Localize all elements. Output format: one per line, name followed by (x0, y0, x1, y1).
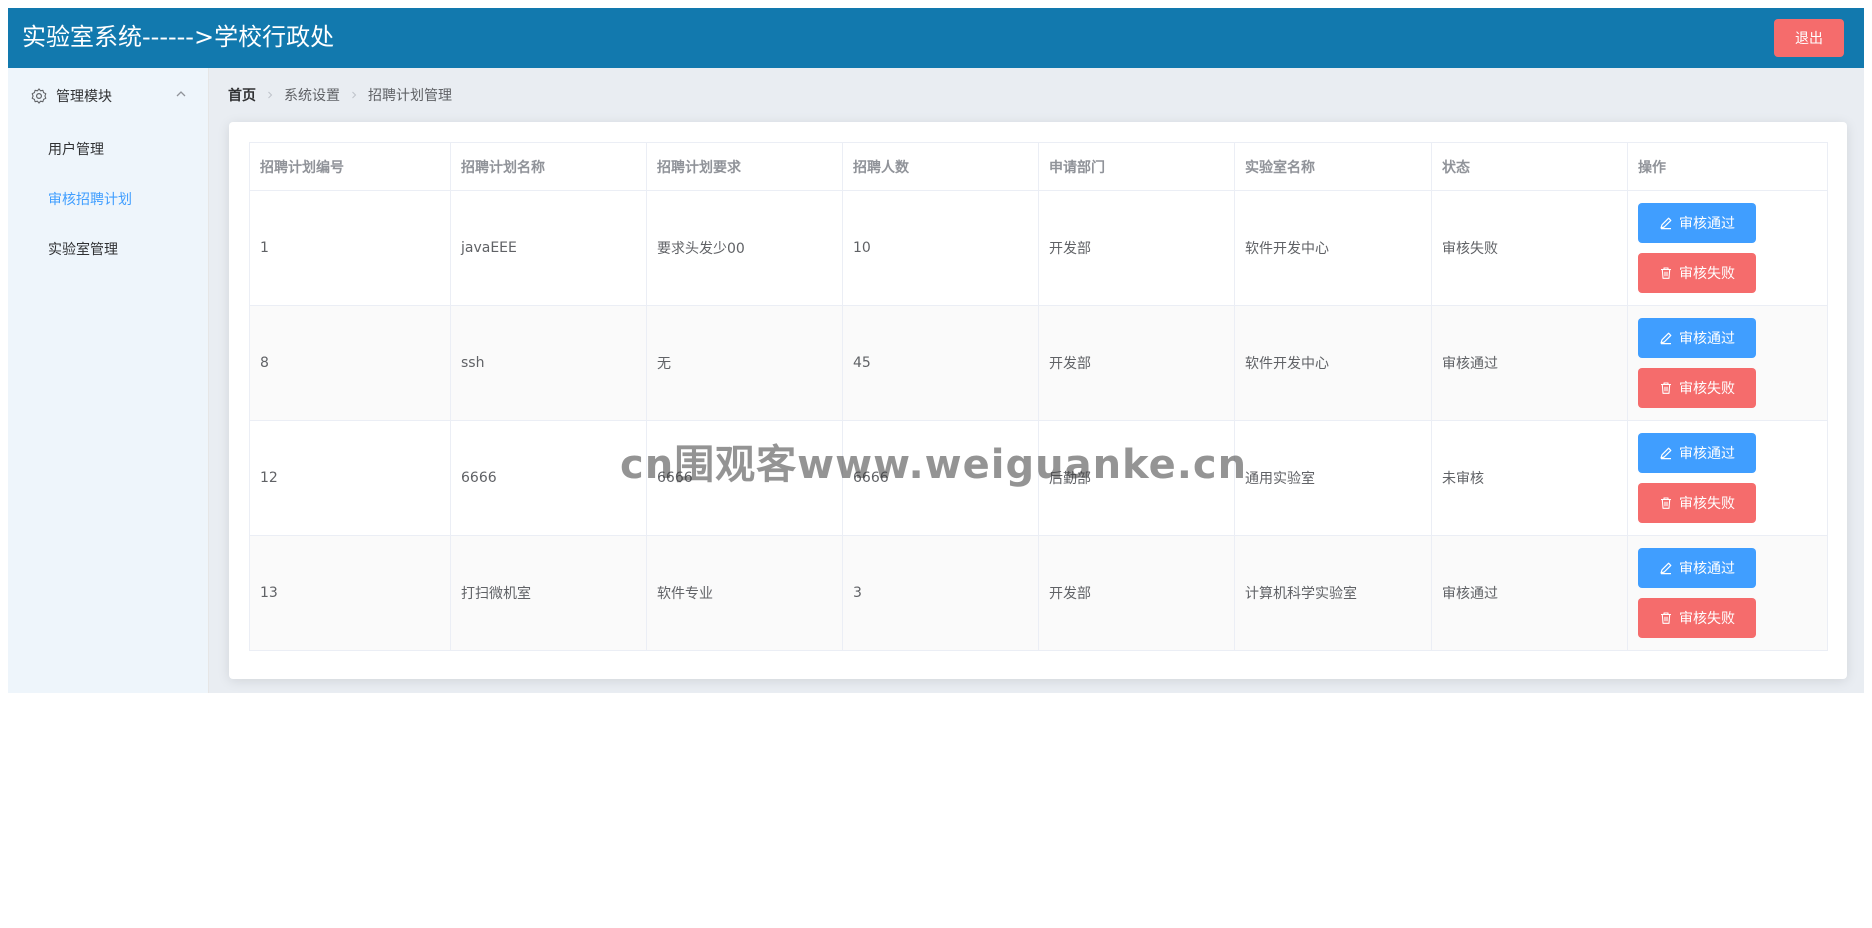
reject-label: 审核失败 (1679, 266, 1735, 282)
column-header: 实验室名称 (1234, 142, 1432, 191)
cell-requirement: 软件专业 (646, 535, 843, 651)
reject-label: 审核失败 (1679, 611, 1735, 627)
cell-dept: 开发部 (1038, 305, 1235, 421)
approve-label: 审核通过 (1679, 561, 1735, 577)
trash-icon (1661, 612, 1671, 624)
column-header: 申请部门 (1038, 142, 1235, 191)
cell-status: 审核通过 (1431, 535, 1628, 651)
reject-button[interactable]: 审核失败 (1638, 368, 1756, 408)
sidebar-item-review-recruitment[interactable]: 审核招聘计划 (8, 174, 208, 224)
reject-label: 审核失败 (1679, 496, 1735, 512)
sidebar-item-lab-management[interactable]: 实验室管理 (8, 224, 208, 274)
cell-status: 审核失败 (1431, 190, 1628, 306)
logout-button[interactable]: 退出 (1774, 19, 1844, 57)
app-title: 实验室系统------>学校行政处 (22, 23, 335, 51)
submenu-label: 管理模块 (56, 89, 112, 105)
column-header: 招聘计划名称 (450, 142, 647, 191)
trash-icon (1661, 267, 1671, 279)
approve-label: 审核通过 (1679, 216, 1735, 232)
cell-id: 13 (249, 535, 451, 651)
table-row: 8 ssh 无 45 开发部 软件开发中心 审核通过 审核通过 审核失败 (249, 305, 1828, 421)
cell-count: 45 (842, 305, 1039, 421)
cell-count: 10 (842, 190, 1039, 306)
approve-button[interactable]: 审核通过 (1638, 318, 1756, 358)
cell-lab: 通用实验室 (1234, 420, 1432, 536)
edit-icon (1660, 217, 1672, 230)
sidebar-item-label: 用户管理 (48, 142, 104, 158)
edit-icon (1660, 332, 1672, 345)
edit-icon (1660, 447, 1672, 460)
breadcrumb-current: 招聘计划管理 (368, 88, 452, 104)
cell-actions: 审核通过 审核失败 (1627, 535, 1828, 651)
approve-button[interactable]: 审核通过 (1638, 548, 1756, 588)
cell-actions: 审核通过 审核失败 (1627, 305, 1828, 421)
app-shell: 实验室系统------>学校行政处 退出 管理模块 用户管理 审核招聘计划 实验… (8, 8, 1864, 693)
table-header-row: 招聘计划编号 招聘计划名称 招聘计划要求 招聘人数 申请部门 实验室名称 状态 … (249, 142, 1828, 191)
cell-name: ssh (450, 305, 647, 421)
cell-requirement: 要求头发少00 (646, 190, 843, 306)
cell-actions: 审核通过 审核失败 (1627, 190, 1828, 306)
sidebar-item-user-management[interactable]: 用户管理 (8, 124, 208, 174)
approve-button[interactable]: 审核通过 (1638, 203, 1756, 243)
cell-dept: 开发部 (1038, 535, 1235, 651)
cell-dept: 开发部 (1038, 190, 1235, 306)
top-header: 实验室系统------>学校行政处 退出 (8, 8, 1864, 68)
cell-id: 8 (249, 305, 451, 421)
table-row: 13 打扫微机室 软件专业 3 开发部 计算机科学实验室 审核通过 审核通过 审… (249, 535, 1828, 651)
edit-icon (1660, 562, 1672, 575)
cell-count: 6666 (842, 420, 1039, 536)
cell-count: 3 (842, 535, 1039, 651)
cell-lab: 软件开发中心 (1234, 190, 1432, 306)
approve-label: 审核通过 (1679, 446, 1735, 462)
sidebar-item-label: 审核招聘计划 (48, 192, 132, 208)
chevron-right-icon (352, 91, 357, 99)
breadcrumb: 首页 系统设置 招聘计划管理 (228, 85, 452, 105)
breadcrumb-home[interactable]: 首页 (228, 85, 256, 105)
cell-lab: 软件开发中心 (1234, 305, 1432, 421)
cell-status: 审核通过 (1431, 305, 1628, 421)
reject-button[interactable]: 审核失败 (1638, 598, 1756, 638)
table-row: 1 javaEEE 要求头发少00 10 开发部 软件开发中心 审核失败 审核通… (249, 190, 1828, 306)
cell-actions: 审核通过 审核失败 (1627, 420, 1828, 536)
recruitment-plan-table: 招聘计划编号 招聘计划名称 招聘计划要求 招聘人数 申请部门 实验室名称 状态 … (249, 142, 1828, 651)
column-header: 状态 (1431, 142, 1628, 191)
cell-id: 12 (249, 420, 451, 536)
gear-icon (31, 88, 47, 104)
cell-lab: 计算机科学实验室 (1234, 535, 1432, 651)
cell-requirement: 6666 (646, 420, 843, 536)
approve-button[interactable]: 审核通过 (1638, 433, 1756, 473)
sidebar: 管理模块 用户管理 审核招聘计划 实验室管理 (8, 68, 209, 693)
cell-name: 6666 (450, 420, 647, 536)
trash-icon (1661, 497, 1671, 509)
column-header: 招聘人数 (842, 142, 1039, 191)
content-card: 招聘计划编号 招聘计划名称 招聘计划要求 招聘人数 申请部门 实验室名称 状态 … (229, 122, 1847, 679)
cell-name: 打扫微机室 (450, 535, 647, 651)
cell-id: 1 (249, 190, 451, 306)
breadcrumb-settings: 系统设置 (284, 88, 340, 104)
cell-name: javaEEE (450, 190, 647, 306)
column-header: 招聘计划要求 (646, 142, 843, 191)
table-row: 12 6666 6666 6666 后勤部 通用实验室 未审核 审核通过 审核失… (249, 420, 1828, 536)
column-header: 操作 (1627, 142, 1828, 191)
reject-button[interactable]: 审核失败 (1638, 483, 1756, 523)
cell-requirement: 无 (646, 305, 843, 421)
trash-icon (1661, 382, 1671, 394)
cell-status: 未审核 (1431, 420, 1628, 536)
reject-button[interactable]: 审核失败 (1638, 253, 1756, 293)
chevron-up-icon (176, 91, 186, 97)
cell-dept: 后勤部 (1038, 420, 1235, 536)
reject-label: 审核失败 (1679, 381, 1735, 397)
chevron-right-icon (268, 91, 273, 99)
sidebar-item-label: 实验室管理 (48, 242, 118, 258)
approve-label: 审核通过 (1679, 331, 1735, 347)
column-header: 招聘计划编号 (249, 142, 451, 191)
submenu-manage-module[interactable]: 管理模块 (8, 68, 208, 124)
